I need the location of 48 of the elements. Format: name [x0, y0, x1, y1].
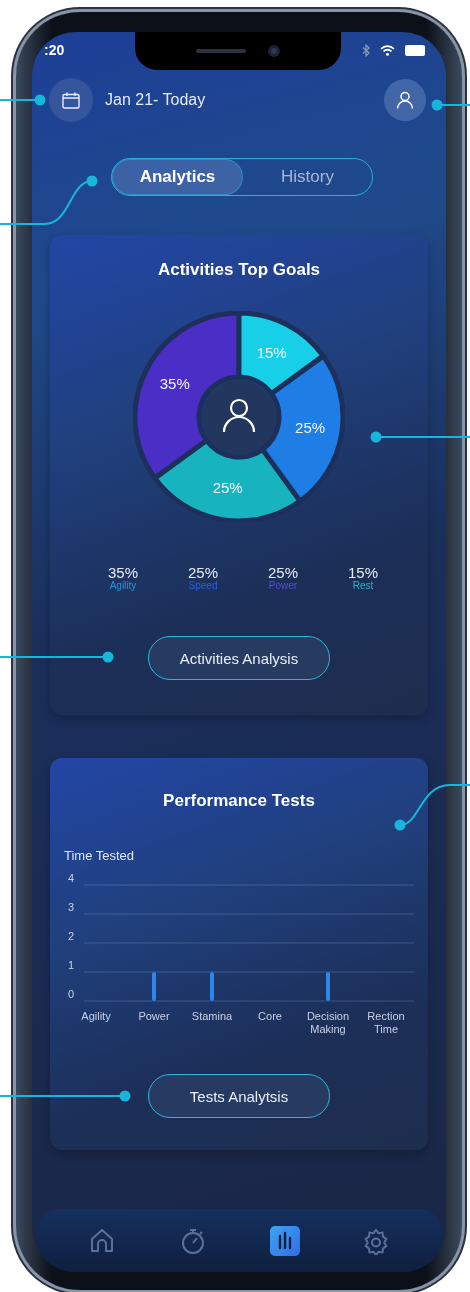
tests-analysis-button[interactable]: Tests Analytsis	[148, 1074, 330, 1118]
x-axis-label: Decision Making	[306, 1010, 350, 1035]
legend-value: 25%	[188, 565, 218, 580]
calendar-icon	[62, 91, 80, 109]
y-tick-label: 2	[68, 930, 75, 942]
y-tick-label: 1	[68, 959, 75, 971]
card-title: Performance Tests	[163, 790, 315, 812]
legend-label: Agility	[109, 580, 137, 592]
leader-line	[431, 99, 470, 111]
legend-label: Power	[268, 580, 298, 592]
speaker-icon	[196, 49, 246, 53]
slice-label: 15%	[256, 343, 287, 361]
date-range: Jan 21- Today	[105, 91, 207, 109]
status-time: :20	[44, 42, 65, 58]
card-title: Activities Top Goals	[157, 259, 321, 281]
y-tick-label: 4	[68, 873, 75, 884]
leader-line	[0, 94, 46, 106]
slice-label: 25%	[295, 419, 326, 437]
wifi-icon	[380, 44, 395, 56]
profile-button[interactable]	[384, 79, 426, 121]
x-axis-label: Rection Time	[367, 1010, 405, 1035]
legend-value: 35%	[108, 565, 138, 580]
camera-icon	[268, 45, 280, 57]
x-axis-label: Agility	[81, 1010, 111, 1022]
x-axis-label: Stamina	[191, 1010, 233, 1022]
bar	[210, 972, 214, 1001]
person-icon	[222, 398, 256, 433]
y-tick-label: 0	[68, 988, 75, 1000]
person-icon	[396, 91, 414, 109]
x-axis-label: Power	[138, 1010, 170, 1022]
bar	[326, 972, 330, 1001]
bar	[152, 972, 156, 1001]
tab[interactable]: History	[243, 159, 372, 195]
calendar-button[interactable]	[49, 78, 93, 122]
tab[interactable]: Analytics	[112, 159, 243, 195]
slice-label: 25%	[212, 479, 243, 497]
y-tick-label: 3	[68, 901, 75, 913]
battery-icon	[405, 44, 426, 56]
x-axis-label: Core	[258, 1010, 282, 1022]
legend-label: Rest	[352, 580, 374, 592]
y-axis-label: Time Tested	[64, 848, 136, 863]
slice-label: 35%	[159, 375, 190, 393]
legend-value: 25%	[268, 565, 298, 580]
nav-tab[interactable]	[269, 1225, 300, 1256]
activities-analysis-button[interactable]: Activities Analysis	[148, 636, 330, 680]
bluetooth-icon	[362, 43, 370, 57]
legend-value: 15%	[348, 565, 378, 580]
legend-label: Speed	[188, 580, 218, 592]
